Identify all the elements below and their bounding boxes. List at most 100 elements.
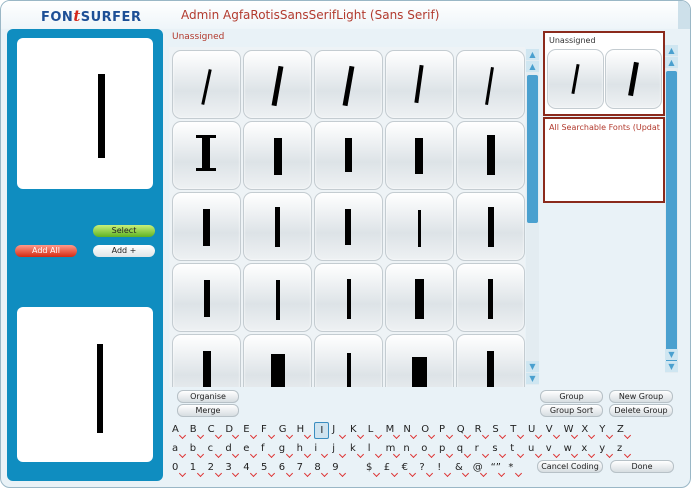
admin-link[interactable]: Admin	[181, 8, 219, 22]
glyph-cell[interactable]	[314, 192, 383, 261]
char-key-7[interactable]: 7	[297, 460, 311, 478]
glyph-cell[interactable]	[243, 121, 312, 190]
char-key-symbol[interactable]: £	[384, 460, 398, 478]
char-key-symbol[interactable]: $	[366, 460, 381, 478]
char-key-v[interactable]: v	[546, 441, 560, 459]
merge-button[interactable]: Merge	[177, 404, 239, 417]
triangle-down-icon[interactable]: ▼	[665, 361, 678, 372]
char-key-C[interactable]: C	[208, 422, 222, 440]
char-key-d[interactable]: d	[225, 441, 240, 459]
char-key-p[interactable]: p	[439, 441, 454, 459]
char-key-u[interactable]: u	[528, 441, 543, 459]
char-key-h[interactable]: h	[297, 441, 311, 459]
char-key-X[interactable]: X	[581, 422, 596, 440]
char-key-z[interactable]: z	[617, 441, 632, 459]
glyph-cell[interactable]	[243, 263, 312, 332]
triangle-down-icon[interactable]: ▼	[526, 373, 539, 384]
glyph-cell[interactable]	[172, 50, 241, 119]
char-key-D[interactable]: D	[225, 422, 240, 440]
glyph-cell[interactable]	[456, 50, 525, 119]
char-key-2[interactable]: 2	[208, 460, 222, 478]
char-key-symbol[interactable]: &	[455, 460, 470, 478]
char-key-m[interactable]: m	[386, 441, 400, 459]
char-key-symbol[interactable]: *	[508, 460, 523, 478]
searchable-fonts-list[interactable]: All Searchable Fonts (Updat	[543, 117, 665, 203]
glyph-cell[interactable]	[314, 263, 383, 332]
add-all-button[interactable]: Add All	[15, 245, 77, 257]
char-key-5[interactable]: 5	[261, 460, 276, 478]
glyph-cell[interactable]	[172, 263, 241, 332]
char-key-n[interactable]: n	[403, 441, 418, 459]
glyph-cell[interactable]	[385, 263, 454, 332]
char-key-V[interactable]: V	[546, 422, 560, 440]
new-group-button[interactable]: New Group	[609, 390, 673, 403]
char-key-H[interactable]: H	[297, 422, 311, 440]
char-key-y[interactable]: y	[599, 441, 614, 459]
char-key-r[interactable]: r	[475, 441, 489, 459]
preview-glyph-cell[interactable]	[547, 49, 604, 109]
char-key-q[interactable]: q	[457, 441, 471, 459]
char-key-symbol[interactable]: “”	[491, 460, 505, 478]
char-key-symbol[interactable]: @	[473, 460, 487, 478]
char-key-Y[interactable]: Y	[599, 422, 614, 440]
select-button[interactable]: Select	[93, 225, 155, 237]
glyph-cell[interactable]	[385, 192, 454, 261]
char-key-symbol[interactable]: !	[437, 460, 452, 478]
glyph-cell[interactable]	[172, 334, 241, 387]
char-key-l[interactable]: l	[368, 441, 382, 459]
glyph-cell[interactable]	[243, 192, 312, 261]
char-key-Z[interactable]: Z	[617, 422, 632, 440]
triangle-down-icon[interactable]: ▼	[665, 349, 678, 360]
scrollbar-thumb[interactable]	[666, 71, 677, 369]
char-key-g[interactable]: g	[279, 441, 293, 459]
glyph-cell[interactable]	[172, 121, 241, 190]
char-key-J[interactable]: J	[332, 422, 347, 440]
glyph-cell[interactable]	[172, 192, 241, 261]
char-key-x[interactable]: x	[581, 441, 596, 459]
glyph-cell[interactable]	[314, 334, 383, 387]
char-key-F[interactable]: F	[261, 422, 276, 440]
char-key-k[interactable]: k	[350, 441, 365, 459]
char-key-A[interactable]: A	[172, 422, 187, 440]
char-key-K[interactable]: K	[350, 422, 365, 440]
group-button[interactable]: Group	[540, 390, 603, 403]
char-key-0[interactable]: 0	[172, 460, 187, 478]
char-key-1[interactable]: 1	[190, 460, 204, 478]
char-key-symbol[interactable]: ?	[419, 460, 434, 478]
char-key-e[interactable]: e	[243, 441, 258, 459]
triangle-up-icon[interactable]: ▲	[665, 45, 678, 56]
char-key-E[interactable]: E	[243, 422, 258, 440]
char-key-symbol[interactable]: €	[402, 460, 416, 478]
preview-glyph-cell[interactable]	[605, 49, 662, 109]
glyph-cell[interactable]	[456, 192, 525, 261]
right-panel-scrollbar[interactable]: ▲ ▲ ▼ ▼	[665, 45, 678, 373]
char-key-W[interactable]: W	[564, 422, 578, 440]
char-key-L[interactable]: L	[368, 422, 382, 440]
char-key-c[interactable]: c	[208, 441, 222, 459]
triangle-down-icon[interactable]: ▼	[526, 361, 539, 372]
char-key-B[interactable]: B	[190, 422, 204, 440]
scrollbar-thumb[interactable]	[527, 75, 538, 223]
char-key-4[interactable]: 4	[243, 460, 258, 478]
glyph-grid-scrollbar[interactable]: ▲ ▲ ▼ ▼	[526, 49, 539, 385]
char-key-T[interactable]: T	[510, 422, 525, 440]
triangle-up-icon[interactable]: ▲	[526, 61, 539, 72]
char-key-N[interactable]: N	[403, 422, 418, 440]
char-key-Q[interactable]: Q	[457, 422, 471, 440]
char-key-i[interactable]: i	[314, 441, 329, 459]
char-key-f[interactable]: f	[261, 441, 276, 459]
glyph-cell[interactable]	[385, 121, 454, 190]
char-key-O[interactable]: O	[421, 422, 436, 440]
triangle-up-icon[interactable]: ▲	[665, 57, 678, 68]
char-key-w[interactable]: w	[564, 441, 578, 459]
char-key-o[interactable]: o	[421, 441, 436, 459]
organise-button[interactable]: Organise	[177, 390, 239, 403]
triangle-up-icon[interactable]: ▲	[526, 49, 539, 60]
char-key-s[interactable]: s	[492, 441, 507, 459]
add-plus-button[interactable]: Add +	[93, 245, 155, 257]
delete-group-button[interactable]: Delete Group	[609, 404, 673, 417]
char-key-S[interactable]: S	[492, 422, 507, 440]
char-key-j[interactable]: j	[332, 441, 347, 459]
char-key-G[interactable]: G	[279, 422, 293, 440]
glyph-cell[interactable]	[314, 50, 383, 119]
